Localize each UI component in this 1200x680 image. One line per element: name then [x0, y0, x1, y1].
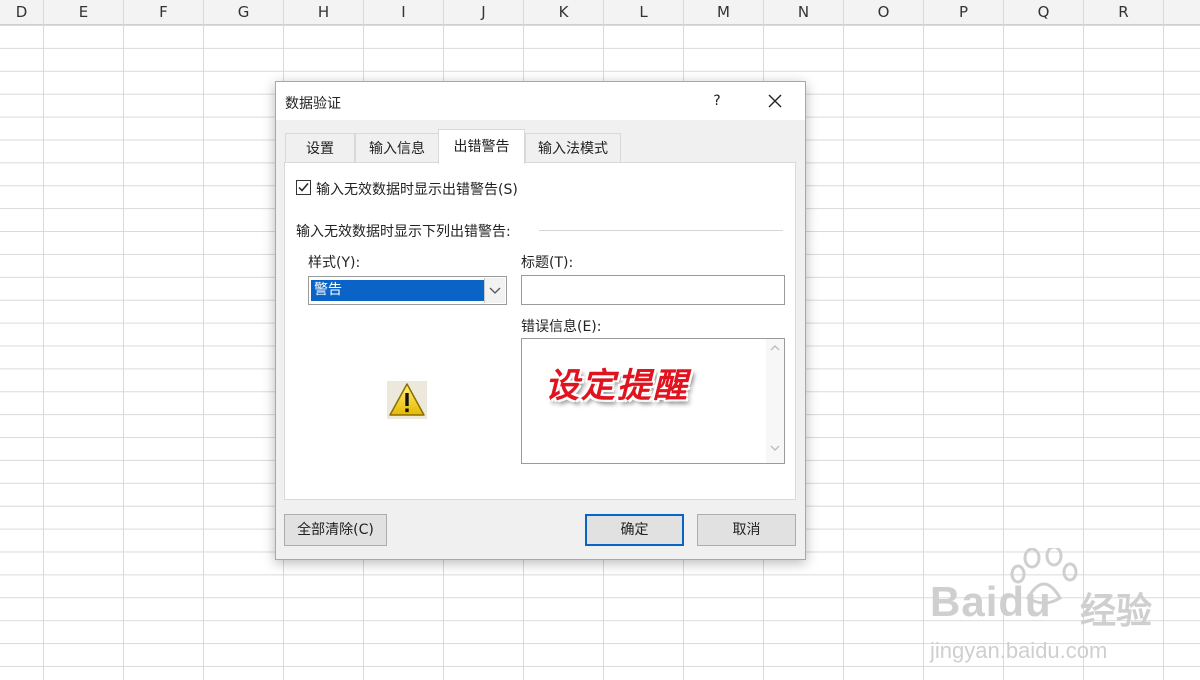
column-header[interactable]: F — [124, 0, 204, 24]
tab-settings[interactable]: 设置 — [285, 133, 355, 163]
tab-input-message[interactable]: 输入信息 — [355, 133, 439, 163]
title-input[interactable] — [521, 275, 785, 305]
title-label: 标题(T): — [521, 255, 574, 271]
watermark-brand: Baidu — [930, 578, 1052, 625]
column-header[interactable]: I — [364, 0, 444, 24]
dialog-title: 数据验证 — [285, 96, 341, 112]
column-header[interactable]: H — [284, 0, 364, 24]
show-error-checkbox[interactable] — [296, 180, 311, 195]
clear-all-button[interactable]: 全部清除(C) — [284, 514, 387, 546]
data-validation-dialog: 数据验证 ? 设置 输入信息 出错警告 输入法模式 输入无效数据时显示出错警告(… — [275, 81, 806, 560]
watermark-suffix: 经验 — [1080, 591, 1153, 632]
show-error-checkbox-label[interactable]: 输入无效数据时显示出错警告(S) — [316, 179, 518, 199]
column-header-row: D E F G H I J K L M N O P Q R — [0, 0, 1200, 25]
baidu-jingyan-watermark: Baidu 经验 jingyan.baidu.com — [930, 548, 1190, 678]
scroll-up-icon[interactable] — [770, 345, 780, 351]
tab-error-alert[interactable]: 出错警告 — [438, 129, 525, 164]
scroll-down-icon[interactable] — [770, 445, 780, 451]
style-label: 样式(Y): — [308, 255, 361, 271]
close-icon — [768, 94, 782, 108]
column-header[interactable]: Q — [1004, 0, 1084, 24]
section-divider — [539, 230, 783, 231]
textarea-scrollbar[interactable] — [766, 339, 784, 463]
column-header[interactable]: D — [0, 0, 44, 24]
tab-ime-mode[interactable]: 输入法模式 — [525, 133, 621, 163]
error-message-label: 错误信息(E): — [521, 319, 602, 335]
style-select[interactable]: 警告 — [308, 276, 507, 305]
error-alert-panel: 输入无效数据时显示出错警告(S) 输入无效数据时显示下列出错警告: 样式(Y):… — [284, 162, 796, 500]
column-header[interactable]: E — [44, 0, 124, 24]
watermark-url: jingyan.baidu.com — [930, 638, 1108, 663]
column-header[interactable]: O — [844, 0, 924, 24]
chevron-down-icon — [489, 287, 501, 294]
help-button[interactable]: ? — [704, 88, 730, 114]
column-header[interactable]: N — [764, 0, 844, 24]
column-header[interactable]: J — [444, 0, 524, 24]
close-button[interactable] — [760, 88, 790, 114]
annotation-overlay-text: 设定提醒 — [545, 366, 689, 406]
column-header[interactable]: K — [524, 0, 604, 24]
column-header[interactable]: L — [604, 0, 684, 24]
column-header[interactable]: R — [1084, 0, 1164, 24]
column-header[interactable]: M — [684, 0, 764, 24]
warning-triangle-icon — [389, 383, 425, 416]
cancel-button[interactable]: 取消 — [697, 514, 796, 546]
style-select-value[interactable]: 警告 — [311, 280, 485, 301]
ok-button[interactable]: 确定 — [585, 514, 684, 546]
column-header[interactable]: P — [924, 0, 1004, 24]
checkmark-icon — [298, 183, 309, 192]
dropdown-button[interactable] — [484, 278, 505, 303]
section-label: 输入无效数据时显示下列出错警告: — [296, 221, 511, 241]
warning-style-icon — [387, 381, 427, 419]
dialog-titlebar[interactable]: 数据验证 ? — [276, 82, 805, 120]
column-header[interactable]: G — [204, 0, 284, 24]
